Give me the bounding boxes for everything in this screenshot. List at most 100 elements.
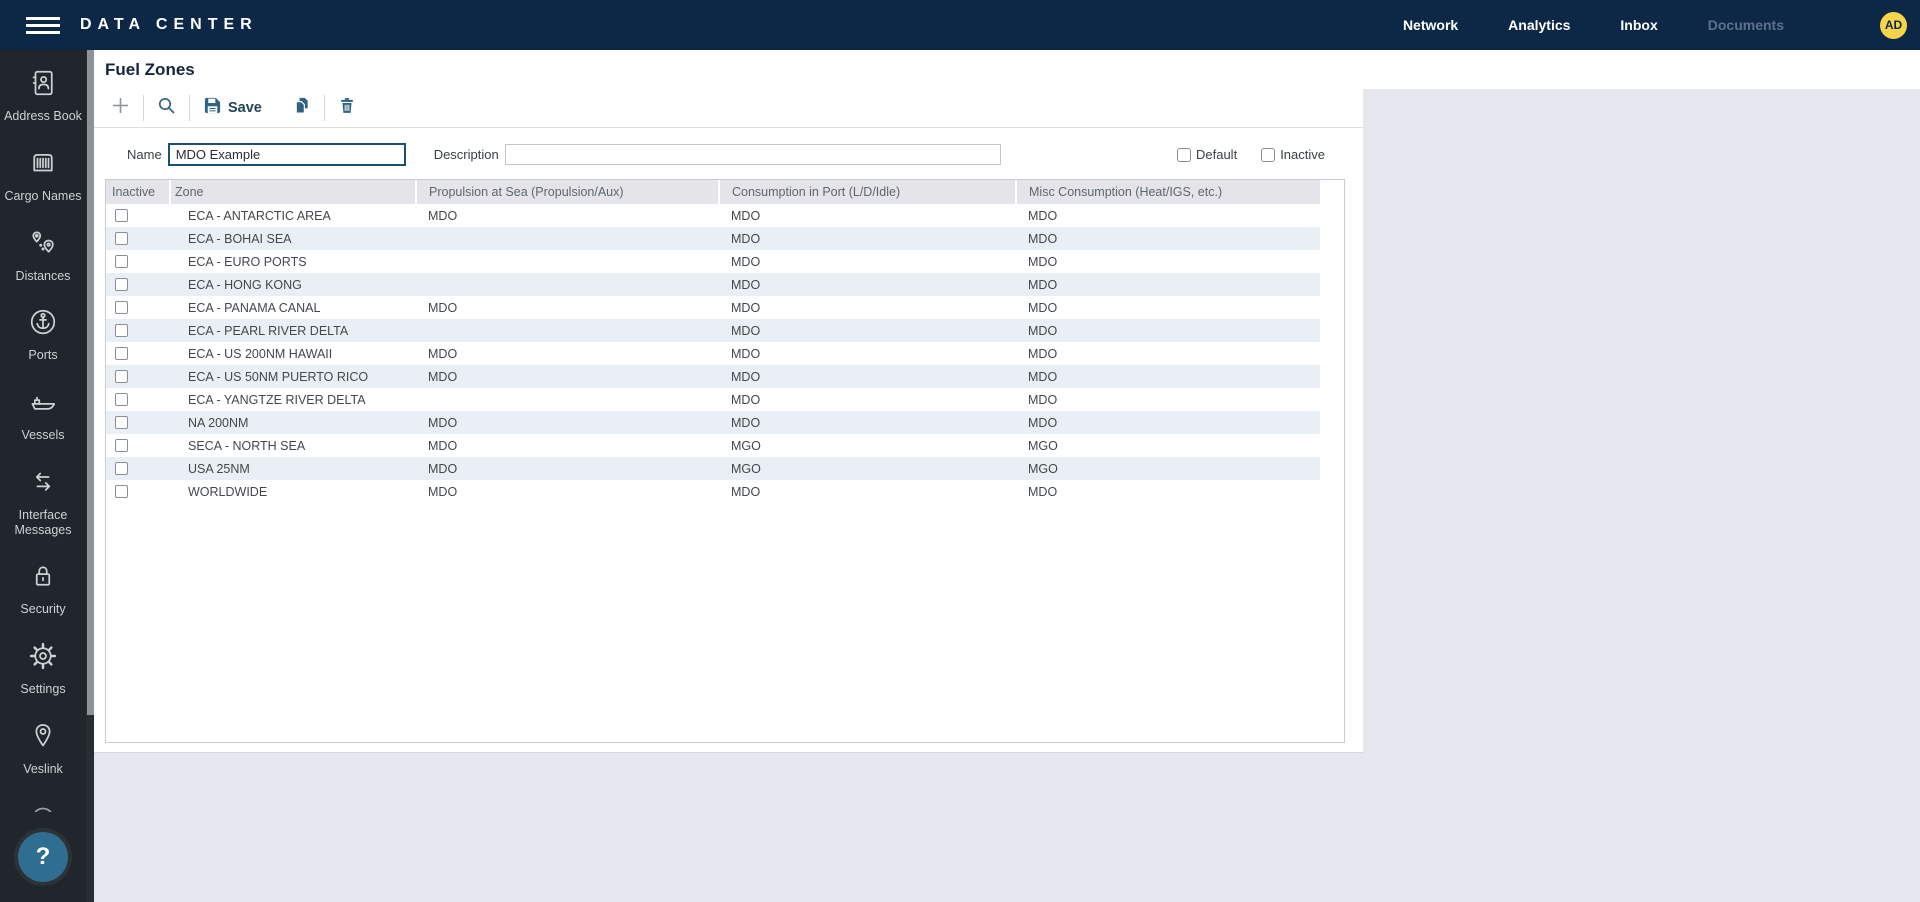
- cell-propulsion: MDO: [416, 480, 719, 503]
- save-button[interactable]: Save: [197, 96, 268, 120]
- cell-propulsion: [416, 227, 719, 250]
- cell-misc-consumption: MDO: [1016, 342, 1320, 365]
- toolbar: Save: [94, 89, 1363, 128]
- add-button[interactable]: [105, 96, 136, 120]
- row-inactive-checkbox[interactable]: [115, 347, 128, 360]
- search-icon: [157, 96, 176, 120]
- cell-inactive: [106, 319, 170, 342]
- ports-icon: [28, 307, 58, 342]
- table-row[interactable]: ECA - PANAMA CANAL MDO MDO MDO: [106, 296, 1320, 319]
- sidebar-item-ports[interactable]: Ports: [0, 307, 86, 363]
- cell-port-consumption: MDO: [719, 250, 1016, 273]
- cell-zone: ECA - YANGTZE RIVER DELTA: [170, 388, 416, 411]
- column-header-inactive[interactable]: Inactive: [106, 180, 170, 204]
- cell-zone: USA 25NM: [170, 457, 416, 480]
- cell-port-consumption: MGO: [719, 457, 1016, 480]
- cell-inactive: [106, 457, 170, 480]
- cell-misc-consumption: MDO: [1016, 273, 1320, 296]
- table-row[interactable]: ECA - US 200NM HAWAII MDO MDO MDO: [106, 342, 1320, 365]
- table-row[interactable]: ECA - YANGTZE RIVER DELTA MDO MDO: [106, 388, 1320, 411]
- column-header-port-consumption[interactable]: Consumption in Port (L/D/Idle): [719, 180, 1016, 204]
- sidebar-item-label: Interface Messages: [0, 508, 86, 538]
- inactive-checkbox[interactable]: [1261, 148, 1275, 162]
- row-inactive-checkbox[interactable]: [115, 485, 128, 498]
- sidebar-item-distances[interactable]: Distances: [0, 228, 86, 284]
- table-row[interactable]: WORLDWIDE MDO MDO MDO: [106, 480, 1320, 503]
- vessels-icon: [28, 387, 58, 422]
- save-icon: [203, 96, 222, 120]
- table-row[interactable]: ECA - ANTARCTIC AREA MDO MDO MDO: [106, 204, 1320, 227]
- table-row[interactable]: USA 25NM MDO MGO MGO: [106, 457, 1320, 480]
- column-header-zone[interactable]: Zone: [170, 180, 416, 204]
- cell-misc-consumption: MDO: [1016, 388, 1320, 411]
- row-inactive-checkbox[interactable]: [115, 278, 128, 291]
- help-button[interactable]: ?: [18, 832, 68, 882]
- cell-misc-consumption: MDO: [1016, 250, 1320, 273]
- table-row[interactable]: ECA - EURO PORTS MDO MDO: [106, 250, 1320, 273]
- cell-misc-consumption: MGO: [1016, 434, 1320, 457]
- name-input[interactable]: [168, 143, 406, 166]
- row-inactive-checkbox[interactable]: [115, 255, 128, 268]
- table-row[interactable]: ECA - US 50NM PUERTO RICO MDO MDO MDO: [106, 365, 1320, 388]
- cell-propulsion: MDO: [416, 434, 719, 457]
- row-inactive-checkbox[interactable]: [115, 462, 128, 475]
- table-row[interactable]: NA 200NM MDO MDO MDO: [106, 411, 1320, 434]
- column-header-propulsion[interactable]: Propulsion at Sea (Propulsion/Aux): [416, 180, 719, 204]
- cell-misc-consumption: MDO: [1016, 296, 1320, 319]
- sidebar-scrollbar[interactable]: [86, 50, 94, 902]
- scrollbar-thumb[interactable]: [87, 50, 94, 715]
- cell-inactive: [106, 250, 170, 273]
- sidebar-item-cargo-names[interactable]: Cargo Names: [0, 148, 86, 204]
- nav-network[interactable]: Network: [1403, 17, 1458, 33]
- sidebar-item-address-book[interactable]: Address Book: [0, 68, 86, 124]
- row-inactive-checkbox[interactable]: [115, 301, 128, 314]
- sidebar-item-label: Ports: [28, 348, 57, 363]
- sidebar-item-label: Vessels: [21, 428, 64, 443]
- main-content: Fuel Zones: [94, 50, 1920, 902]
- table-row[interactable]: ECA - PEARL RIVER DELTA MDO MDO: [106, 319, 1320, 342]
- default-checkbox-label: Default: [1196, 147, 1237, 162]
- row-inactive-checkbox[interactable]: [115, 370, 128, 383]
- table-body: ECA - ANTARCTIC AREA MDO MDO MDO ECA - B…: [106, 204, 1320, 503]
- row-inactive-checkbox[interactable]: [115, 209, 128, 222]
- row-inactive-checkbox[interactable]: [115, 393, 128, 406]
- delete-button[interactable]: [332, 96, 362, 120]
- cargo-names-icon: [28, 148, 58, 183]
- cell-port-consumption: MGO: [719, 434, 1016, 457]
- cell-zone: ECA - PANAMA CANAL: [170, 296, 416, 319]
- plus-icon: [111, 96, 130, 120]
- sidebar-item-vessels[interactable]: Vessels: [0, 387, 86, 443]
- sidebar-item-interface-messages[interactable]: Interface Messages: [0, 467, 86, 538]
- cell-zone: NA 200NM: [170, 411, 416, 434]
- search-button[interactable]: [151, 96, 182, 120]
- distances-icon: [28, 228, 58, 263]
- table-row[interactable]: ECA - HONG KONG MDO MDO: [106, 273, 1320, 296]
- sidebar-item-security[interactable]: Security: [0, 561, 86, 617]
- column-header-misc-consumption[interactable]: Misc Consumption (Heat/IGS, etc.): [1016, 180, 1320, 204]
- veslink-icon: [28, 721, 58, 756]
- nav-analytics[interactable]: Analytics: [1508, 17, 1570, 33]
- sidebar-item-label: Veslink: [23, 762, 63, 777]
- nav-inbox[interactable]: Inbox: [1620, 17, 1657, 33]
- description-input[interactable]: [505, 144, 1001, 165]
- cell-propulsion: [416, 388, 719, 411]
- copy-button[interactable]: [286, 96, 317, 120]
- cell-propulsion: [416, 273, 719, 296]
- default-checkbox[interactable]: [1177, 148, 1191, 162]
- avatar[interactable]: AD: [1880, 12, 1907, 39]
- sidebar-item-label: Address Book: [4, 109, 82, 124]
- cell-propulsion: MDO: [416, 457, 719, 480]
- sidebar-item-veslink[interactable]: Veslink: [0, 721, 86, 777]
- row-inactive-checkbox[interactable]: [115, 232, 128, 245]
- row-inactive-checkbox[interactable]: [115, 324, 128, 337]
- menu-icon[interactable]: [26, 13, 60, 38]
- cell-propulsion: [416, 250, 719, 273]
- sidebar-item-settings[interactable]: Settings: [0, 641, 86, 697]
- cell-inactive: [106, 227, 170, 250]
- cell-inactive: [106, 388, 170, 411]
- cell-zone: SECA - NORTH SEA: [170, 434, 416, 457]
- row-inactive-checkbox[interactable]: [115, 439, 128, 452]
- table-row[interactable]: SECA - NORTH SEA MDO MGO MGO: [106, 434, 1320, 457]
- row-inactive-checkbox[interactable]: [115, 416, 128, 429]
- table-row[interactable]: ECA - BOHAI SEA MDO MDO: [106, 227, 1320, 250]
